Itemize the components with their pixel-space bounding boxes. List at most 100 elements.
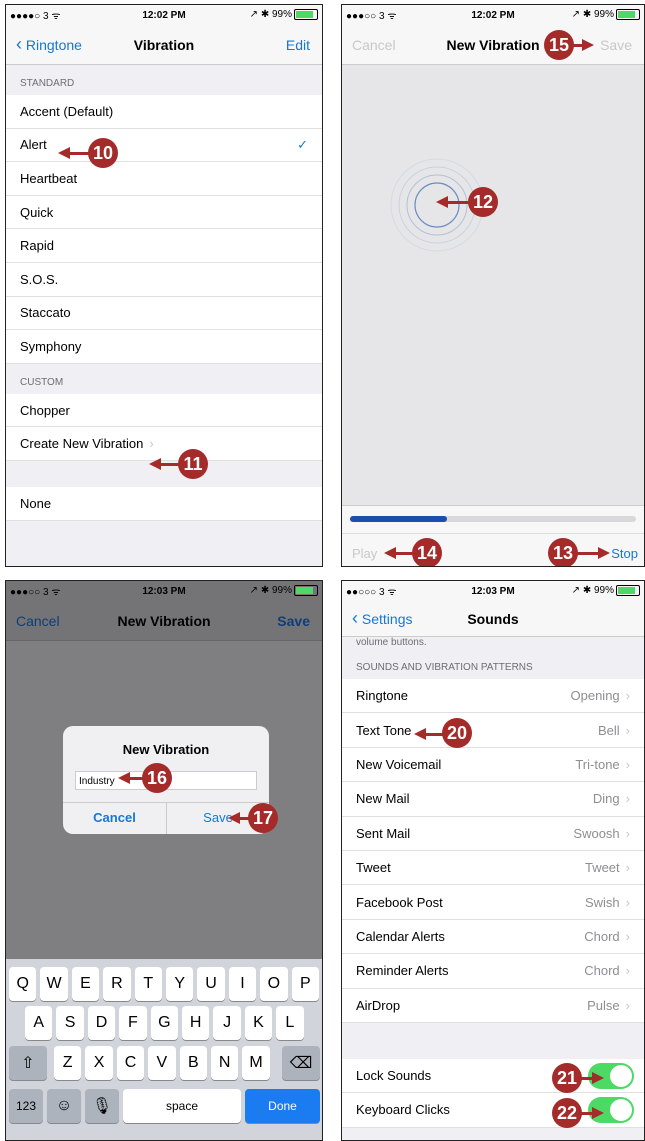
sound-row-text-tone[interactable]: Text Tone Bell › (342, 713, 644, 748)
vibration-row-none[interactable]: None (6, 486, 322, 521)
sound-row-facebook-post[interactable]: Facebook Post Swish › (342, 885, 644, 920)
back-button[interactable]: ‹ Ringtone (16, 34, 82, 55)
key-n[interactable]: N (211, 1046, 239, 1080)
shift-key[interactable]: ⇧ (9, 1046, 47, 1080)
sound-row-reminder-alerts[interactable]: Reminder Alerts Chord › (342, 954, 644, 989)
create-new-vibration-row[interactable]: Create New Vibration › (6, 427, 322, 461)
chevron-right-icon: › (625, 825, 630, 841)
dictation-key[interactable]: 🎙 (85, 1089, 119, 1123)
callout-badge: 21 (552, 1063, 582, 1093)
vibration-row-sos[interactable]: S.O.S. (6, 262, 322, 297)
key-m[interactable]: M (242, 1046, 270, 1080)
sound-row-calendar-alerts[interactable]: Calendar Alerts Chord › (342, 919, 644, 955)
signal-indicator: ●●●●○ 3 ᯤ (10, 11, 61, 22)
key-q[interactable]: Q (9, 967, 37, 1001)
backspace-icon: ⌫ (289, 1055, 313, 1072)
done-key[interactable]: Done (245, 1089, 320, 1123)
play-button[interactable]: Play (352, 546, 377, 561)
stop-button[interactable]: Stop (611, 546, 638, 561)
shift-icon: ⇧ (21, 1055, 35, 1072)
cancel-button[interactable]: Cancel (352, 37, 396, 53)
back-button[interactable]: ‹ Settings (352, 608, 412, 629)
key-a[interactable]: A (25, 1006, 53, 1040)
key-t[interactable]: T (134, 967, 162, 1001)
status-bar: ●●○○○ 3 ᯤ 12:03 PM ↗ ✱ 99% (342, 581, 644, 601)
dialog-title: New Vibration (122, 742, 210, 757)
key-c[interactable]: C (116, 1046, 145, 1080)
sound-row-new-mail[interactable]: New Mail Ding › (342, 782, 644, 817)
key-y[interactable]: Y (166, 967, 194, 1001)
status-bar: ●●●○○ 3 ᯤ 12:02 PM ↗ ✱ 99% (342, 5, 644, 25)
key-b[interactable]: B (179, 1046, 207, 1080)
section-header-sounds: SOUNDS AND VIBRATION PATTERNS (342, 651, 644, 679)
key-s[interactable]: S (56, 1006, 84, 1040)
sound-row-ringtone[interactable]: Ringtone Opening › (342, 679, 644, 714)
nav-bar: Cancel New Vibration Save (6, 601, 322, 641)
callout-badge: 22 (552, 1098, 582, 1128)
chevron-right-icon: › (625, 688, 630, 704)
microphone-icon: 🎙 (91, 1098, 113, 1115)
key-j[interactable]: J (213, 1006, 241, 1040)
key-l[interactable]: L (276, 1006, 304, 1040)
vibration-row-rapid[interactable]: Rapid (6, 229, 322, 263)
key-f[interactable]: F (119, 1006, 147, 1040)
key-d[interactable]: D (87, 1006, 116, 1040)
key-g[interactable]: G (150, 1006, 178, 1040)
sound-row-sent-mail[interactable]: Sent Mail Swoosh › (342, 816, 644, 851)
chevron-right-icon: › (625, 791, 630, 807)
vibration-row-staccato[interactable]: Staccato (6, 296, 322, 331)
sounds-settings-screen: ●●○○○ 3 ᯤ 12:03 PM ↗ ✱ 99% ‹ Settings So… (341, 580, 645, 1141)
cancel-button[interactable]: Cancel (16, 613, 60, 629)
playback-timeline[interactable] (342, 505, 644, 534)
vibration-row-accent[interactable]: Accent (Default) (6, 95, 322, 129)
key-v[interactable]: V (148, 1046, 176, 1080)
save-button[interactable]: Save (277, 613, 310, 629)
dialog-cancel-button[interactable]: Cancel (63, 810, 166, 825)
save-button[interactable]: Save (600, 37, 632, 53)
sound-row-new-voicemail[interactable]: New Voicemail Tri-tone › (342, 747, 644, 783)
name-vibration-screen: ●●●○○ 3 ᯤ 12:03 PM ↗ ✱ 99% Cancel New Vi… (5, 580, 323, 1141)
key-z[interactable]: Z (54, 1046, 82, 1080)
callout-badge: 13 (548, 538, 578, 566)
key-u[interactable]: U (197, 967, 225, 1001)
vibration-row-chopper[interactable]: Chopper (6, 393, 322, 428)
callout-badge: 20 (442, 718, 472, 748)
sound-row-tweet[interactable]: Tweet Tweet › (342, 850, 644, 886)
battery-icon (294, 585, 318, 597)
new-vibration-record-screen: ●●●○○ 3 ᯤ 12:02 PM ↗ ✱ 99% Cancel New Vi… (341, 4, 645, 567)
emoji-key[interactable]: ☺ (47, 1089, 81, 1123)
chevron-right-icon: › (149, 436, 154, 452)
vibration-row-quick[interactable]: Quick (6, 195, 322, 230)
key-e[interactable]: E (71, 967, 100, 1001)
vibration-row-symphony[interactable]: Symphony (6, 330, 322, 364)
callout-badge: 12 (468, 187, 498, 217)
chevron-right-icon: › (625, 997, 630, 1013)
tap-record-area[interactable] (342, 65, 644, 505)
vibration-row-alert[interactable]: Alert ✓ (6, 128, 322, 163)
chevron-right-icon: › (625, 894, 630, 910)
key-i[interactable]: I (228, 967, 257, 1001)
callout-badge: 17 (248, 803, 278, 833)
vibration-row-heartbeat[interactable]: Heartbeat (6, 162, 322, 196)
key-p[interactable]: P (291, 967, 319, 1001)
footer-note: volume buttons. (356, 637, 427, 648)
callout-arrow-icon (582, 39, 594, 51)
space-key[interactable]: space (123, 1089, 241, 1123)
edit-button[interactable]: Edit (286, 37, 310, 53)
key-h[interactable]: H (182, 1006, 210, 1040)
chevron-left-icon: ‹ (352, 608, 358, 628)
key-x[interactable]: X (85, 1046, 113, 1080)
callout-badge: 10 (88, 138, 118, 168)
key-k[interactable]: K (244, 1006, 273, 1040)
key-r[interactable]: R (103, 967, 131, 1001)
section-header-custom: CUSTOM (6, 363, 322, 394)
nav-bar: ‹ Settings Sounds (342, 601, 644, 637)
numbers-key[interactable]: 123 (9, 1089, 43, 1123)
battery-icon (616, 585, 640, 597)
key-w[interactable]: W (40, 967, 68, 1001)
key-o[interactable]: O (260, 967, 288, 1001)
sound-row-airdrop[interactable]: AirDrop Pulse › (342, 988, 644, 1023)
delete-key[interactable]: ⌫ (282, 1046, 320, 1080)
checkmark-icon: ✓ (297, 136, 308, 152)
callout-arrow-icon (592, 1072, 604, 1084)
